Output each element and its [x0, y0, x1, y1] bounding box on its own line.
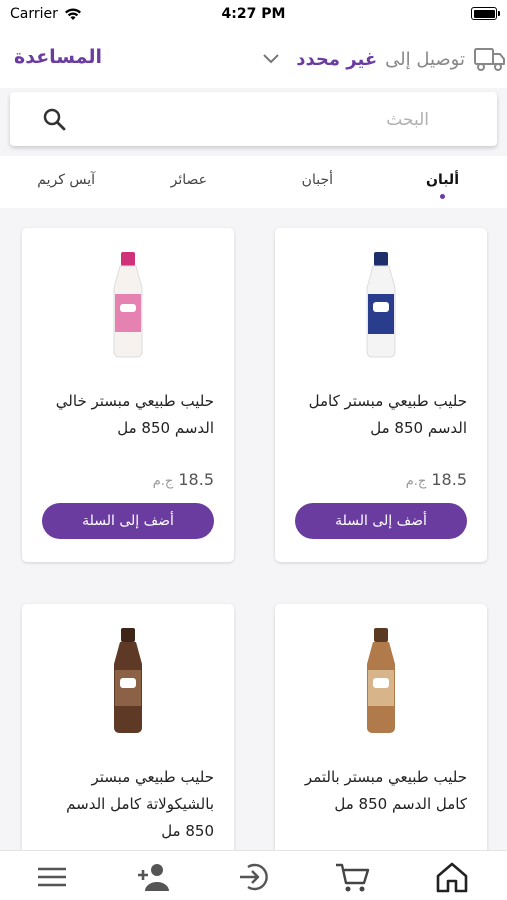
delivery-label: توصيل إلى: [385, 48, 465, 70]
product-name: حليب طبيعي مبستر بالتمر كامل الدسم 850 م…: [304, 768, 467, 813]
status-bar: Carrier 4:27 PM: [0, 0, 507, 28]
menu-icon[interactable]: [34, 861, 70, 893]
tab-ice-cream[interactable]: آيس كريم: [37, 172, 95, 188]
search-bar[interactable]: البحث: [10, 92, 497, 146]
home-icon[interactable]: [434, 861, 470, 893]
price-value: 18.5: [178, 470, 214, 489]
product-card[interactable]: حليب طبيعي مبستر بالتمر كامل الدسم 850 م…: [275, 604, 487, 864]
product-image: [367, 628, 395, 733]
add-to-cart-button[interactable]: أضف إلى السلة: [295, 503, 467, 539]
price-currency: ج.م: [152, 474, 174, 489]
tab-label: عصائر: [170, 172, 207, 188]
tab-cheese[interactable]: أجبان: [302, 172, 333, 188]
tab-juices[interactable]: عصائر: [171, 172, 207, 188]
tab-dairy[interactable]: ألبان: [426, 172, 459, 199]
product-name: حليب طبيعي مبستر كامل الدسم 850 مل: [308, 392, 467, 437]
search-icon[interactable]: [42, 107, 66, 131]
product-price: 18.5 ج.م: [153, 470, 214, 489]
category-tabs: ألبان أجبان عصائر آيس كريم: [0, 156, 507, 208]
truck-icon: [474, 48, 505, 71]
tab-label: ألبان: [426, 172, 459, 188]
price-currency: ج.م: [405, 474, 427, 489]
active-tab-indicator: [440, 194, 445, 199]
cart-icon[interactable]: [334, 861, 370, 893]
product-image: [366, 252, 396, 358]
product-card[interactable]: حليب طبيعي مبستر كامل الدسم 850 مل 18.5 …: [275, 228, 487, 562]
product-image: [113, 252, 143, 358]
product-card[interactable]: حليب طبيعي مبستر بالشيكولاتة كامل الدسم …: [22, 604, 234, 864]
delivery-selector[interactable]: توصيل إلى غير محدد: [262, 46, 507, 72]
add-to-cart-button[interactable]: أضف إلى السلة: [42, 503, 214, 539]
login-icon[interactable]: [236, 861, 272, 893]
battery-icon: [471, 7, 500, 20]
product-image: [114, 628, 142, 733]
delivery-location: غير محدد: [296, 48, 378, 70]
product-card[interactable]: حليب طبيعي مبستر خالي الدسم 850 مل 18.5 …: [22, 228, 234, 562]
tab-label: أجبان: [301, 172, 333, 188]
help-link[interactable]: المساعدة: [14, 46, 102, 68]
product-price: 18.5 ج.م: [406, 470, 467, 489]
bottom-navigation: [0, 850, 507, 900]
clock: 4:27 PM: [221, 6, 286, 22]
header: المساعدة توصيل إلى غير محدد: [0, 28, 507, 88]
product-name: حليب طبيعي مبستر بالشيكولاتة كامل الدسم …: [66, 768, 214, 840]
tab-label: آيس كريم: [37, 172, 95, 188]
search-input[interactable]: البحث: [386, 110, 429, 130]
chevron-down-icon: [263, 54, 279, 64]
add-user-icon[interactable]: [136, 861, 172, 893]
price-value: 18.5: [431, 470, 467, 489]
product-name: حليب طبيعي مبستر خالي الدسم 850 مل: [55, 392, 214, 437]
